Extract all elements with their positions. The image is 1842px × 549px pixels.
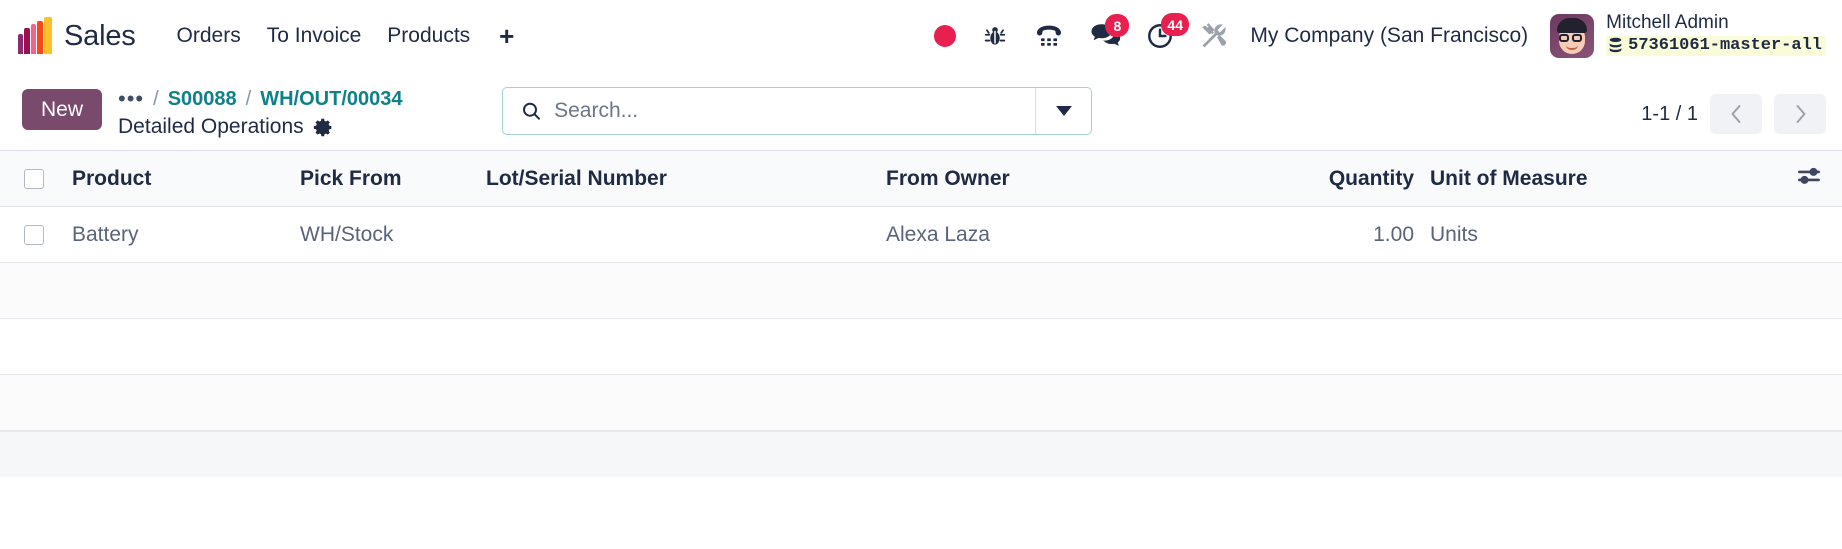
chevron-left-icon [1731,105,1740,123]
cell-optional [1762,206,1842,263]
search-dropdown-toggle[interactable] [1035,88,1091,134]
activities-clock-icon[interactable]: 44 [1146,13,1189,50]
cell-from-owner[interactable]: Alexa Laza [878,206,1298,263]
record-dot-icon[interactable] [934,25,957,47]
pager-previous-button[interactable] [1710,94,1762,134]
search-icon [523,102,541,120]
list-table: Product Pick From Lot/Serial Number From… [0,150,1842,431]
column-header-lot-serial-number[interactable]: Lot/Serial Number [478,150,878,207]
search-bar[interactable] [502,87,1093,135]
empty-cell [0,318,1842,375]
column-header-product[interactable]: Product [64,150,292,207]
sales-bar-logo-icon[interactable] [18,17,52,54]
optional-columns-header [1762,150,1842,207]
pager: 1-1 / 1 [1641,94,1826,134]
breadcrumb-path: ••• / S00088 / WH/OUT/00034 [118,86,402,112]
cell-product[interactable]: Battery [64,206,292,263]
table-footer-strip [0,431,1842,477]
breadcrumb-item-s00088[interactable]: S00088 [168,88,237,111]
table-body: Battery WH/Stock Alexa Laza 1.00 Units [0,206,1842,431]
cell-pick-from[interactable]: WH/Stock [292,206,478,263]
gear-icon[interactable] [313,117,334,138]
avatar[interactable] [1550,13,1595,58]
user-menu[interactable]: Mitchell Admin 57361061-master-all [1550,13,1826,58]
pager-label: 1-1 / 1 [1641,102,1698,125]
column-header-pick-from[interactable]: Pick From [292,150,478,207]
select-all-checkbox[interactable] [24,168,44,189]
system-tray: 8 44 [934,13,1228,50]
messages-badge: 8 [1105,14,1130,37]
column-header-quantity[interactable]: Quantity [1298,150,1422,207]
breadcrumb-separator: / [153,87,159,110]
row-checkbox[interactable] [24,224,44,245]
chevron-right-icon [1796,105,1805,123]
user-name: Mitchell Admin [1606,12,1729,34]
messages-icon[interactable]: 8 [1090,14,1130,49]
activities-badge: 44 [1161,13,1189,36]
page-title: Detailed Operations [118,115,304,138]
database-name: 57361061-master-all [1628,35,1822,55]
column-header-unit-of-measure[interactable]: Unit of Measure [1422,150,1762,207]
developer-tools-icon[interactable] [1200,22,1228,50]
table-header-row: Product Pick From Lot/Serial Number From… [0,150,1842,207]
cell-unit-of-measure[interactable]: Units [1422,206,1762,263]
search-input-group[interactable] [503,88,1036,134]
search-input[interactable] [554,99,1036,123]
breadcrumb-item-wh-out-00034[interactable]: WH/OUT/00034 [260,88,402,111]
app-name[interactable]: Sales [64,20,136,53]
breadcrumb-overflow-button[interactable]: ••• [118,88,144,110]
select-all-header [0,150,64,207]
row-select-cell [0,206,64,263]
empty-row [0,374,1842,431]
phone-dialpad-icon[interactable] [1034,22,1064,50]
database-chip: 57361061-master-all [1606,35,1826,57]
empty-row [0,318,1842,375]
top-navbar: Sales Orders To Invoice Products + 8 44 … [0,0,1842,72]
breadcrumb-separator: / [245,87,252,110]
company-selector[interactable]: My Company (San Francisco) [1250,24,1528,48]
empty-row [0,262,1842,319]
column-header-from-owner[interactable]: From Owner [878,150,1298,207]
control-panel: New ••• / S00088 / WH/OUT/00034 Detailed… [0,72,1842,150]
pager-next-button[interactable] [1774,94,1826,134]
detailed-operations-table: Product Pick From Lot/Serial Number From… [0,150,1842,477]
nav-item-to-invoice[interactable]: To Invoice [254,18,375,54]
table-head: Product Pick From Lot/Serial Number From… [0,150,1842,207]
view-title-line: Detailed Operations [118,115,402,139]
database-stack-icon [1609,38,1622,53]
sliders-settings-icon[interactable] [1796,167,1822,192]
nav-item-orders[interactable]: Orders [164,18,254,54]
empty-cell [0,262,1842,319]
add-menu-button[interactable]: + [483,19,530,53]
chevron-down-icon [1055,106,1072,116]
table-row[interactable]: Battery WH/Stock Alexa Laza 1.00 Units [0,206,1842,263]
bug-icon[interactable] [982,23,1008,49]
empty-cell [0,374,1842,431]
nav-item-products[interactable]: Products [374,18,483,54]
cell-lot-serial-number[interactable] [478,206,878,263]
user-info: Mitchell Admin 57361061-master-all [1606,13,1826,58]
breadcrumb: ••• / S00088 / WH/OUT/00034 Detailed Ope… [118,80,402,139]
cell-quantity[interactable]: 1.00 [1298,206,1422,263]
new-button[interactable]: New [22,89,103,131]
